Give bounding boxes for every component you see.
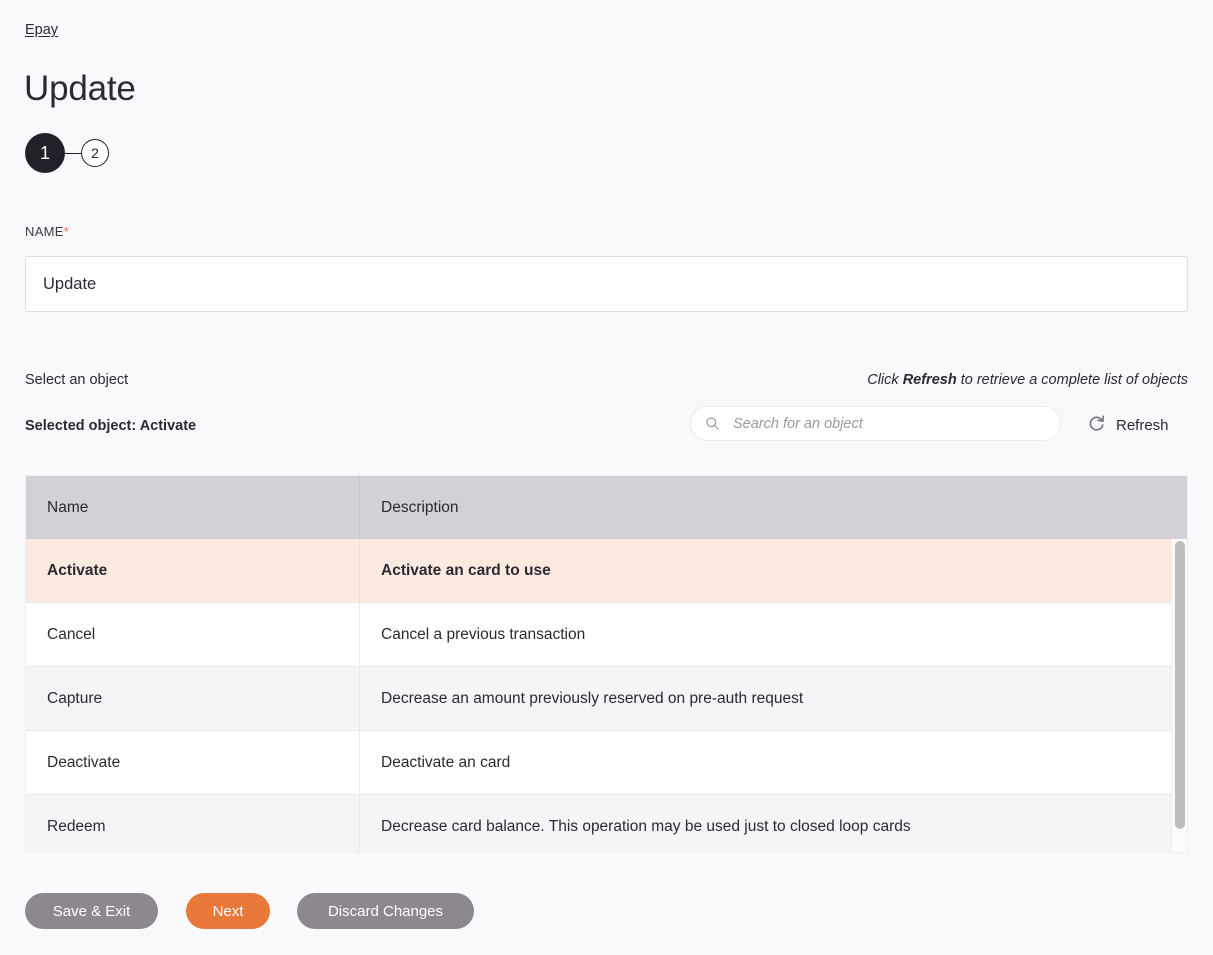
table-body: Activate Activate an card to use Cancel …	[26, 539, 1187, 852]
cell-description: Deactivate an card	[381, 753, 511, 771]
table-scrollbar[interactable]	[1171, 539, 1187, 852]
table-row[interactable]: Cancel Cancel a previous transaction	[26, 603, 1187, 667]
table-row[interactable]: Capture Decrease an amount previously re…	[26, 667, 1187, 731]
selected-object-label: Selected object: Activate	[25, 418, 197, 434]
objects-table: Name Description Activate Activate an ca…	[25, 475, 1188, 853]
breadcrumb-epay[interactable]: Epay	[25, 21, 58, 40]
step-2[interactable]: 2	[81, 139, 109, 167]
refresh-button-label: Refresh	[1116, 417, 1169, 434]
name-input[interactable]	[25, 256, 1188, 312]
select-object-label: Select an object	[25, 372, 129, 388]
refresh-hint: Click Refresh to retrieve a complete lis…	[867, 371, 1188, 390]
refresh-hint-prefix: Click	[867, 372, 903, 388]
cell-name: Capture	[26, 667, 360, 730]
cell-description: Decrease an amount previously reserved o…	[381, 689, 804, 707]
table-scrollbar-thumb[interactable]	[1175, 541, 1185, 829]
cell-description: Decrease card balance. This operation ma…	[381, 817, 911, 835]
name-field-label: NAME*	[25, 223, 69, 240]
save-and-exit-button[interactable]: Save & Exit	[25, 893, 158, 929]
refresh-hint-suffix: to retrieve a complete list of objects	[956, 372, 1188, 388]
step-1[interactable]: 1	[25, 133, 65, 173]
page-title: Update	[24, 69, 136, 108]
search-icon	[705, 416, 720, 431]
table-row[interactable]: Deactivate Deactivate an card	[26, 731, 1187, 795]
refresh-button[interactable]: Refresh	[1087, 414, 1169, 437]
refresh-icon	[1087, 414, 1106, 437]
next-button[interactable]: Next	[186, 893, 270, 929]
search-box[interactable]	[690, 406, 1061, 441]
table-row[interactable]: Redeem Decrease card balance. This opera…	[26, 795, 1187, 852]
cell-name: Redeem	[26, 795, 360, 852]
required-asterisk: *	[63, 224, 70, 239]
refresh-hint-bold: Refresh	[902, 372, 957, 388]
discard-changes-button[interactable]: Discard Changes	[297, 893, 474, 929]
stepper: 1 2	[25, 133, 109, 173]
cell-name: Deactivate	[26, 731, 360, 794]
name-label-text: NAME	[25, 224, 64, 239]
column-header-description: Description	[381, 498, 459, 516]
search-input[interactable]	[731, 414, 1046, 433]
footer-actions: Save & Exit Next Discard Changes	[25, 893, 474, 929]
step-connector	[65, 152, 81, 154]
cell-description: Activate an card to use	[381, 561, 551, 579]
cell-name: Activate	[26, 539, 360, 602]
column-header-name: Name	[26, 476, 360, 539]
cell-description: Cancel a previous transaction	[381, 625, 586, 643]
cell-name: Cancel	[26, 603, 360, 666]
table-row[interactable]: Activate Activate an card to use	[26, 539, 1187, 603]
table-header-row: Name Description	[26, 476, 1187, 539]
